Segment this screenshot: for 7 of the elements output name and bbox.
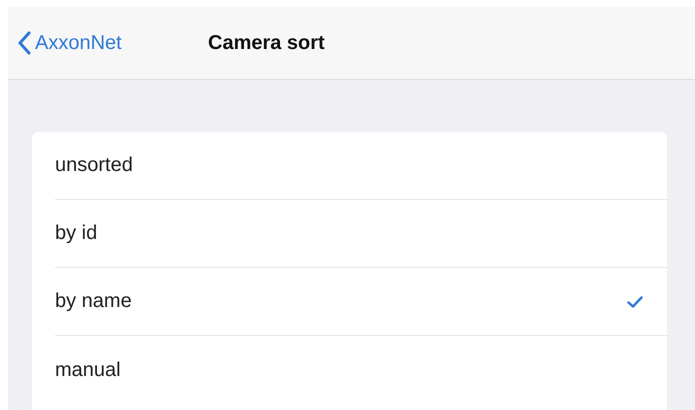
- sort-option[interactable]: by id: [55, 200, 667, 268]
- sort-option[interactable]: by name: [55, 268, 667, 336]
- sort-option[interactable]: manual: [55, 336, 667, 404]
- back-button[interactable]: AxxonNet: [18, 31, 208, 55]
- sort-option[interactable]: unsorted: [55, 132, 667, 200]
- chevron-left-icon: [18, 31, 31, 55]
- screen-title: Camera sort: [208, 32, 325, 54]
